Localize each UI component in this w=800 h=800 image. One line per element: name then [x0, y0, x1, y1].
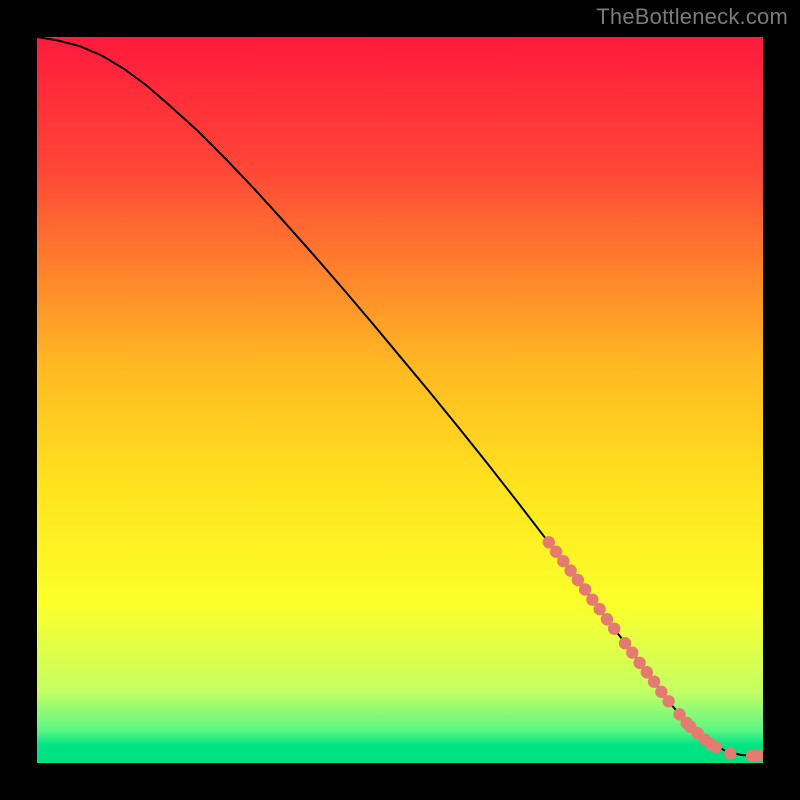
plot-area — [37, 37, 763, 763]
data-point — [710, 741, 722, 753]
gradient-backdrop — [37, 37, 763, 763]
data-point — [648, 675, 660, 687]
data-point — [724, 747, 736, 759]
attribution-label: TheBottleneck.com — [596, 4, 788, 30]
chart-root: TheBottleneck.com — [0, 0, 800, 800]
data-point — [593, 603, 605, 615]
data-point — [608, 622, 620, 634]
data-point — [579, 583, 591, 595]
data-point — [662, 695, 674, 707]
data-point — [626, 646, 638, 658]
